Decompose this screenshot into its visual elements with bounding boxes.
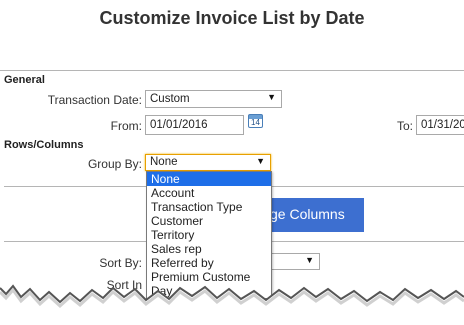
torn-edge-decoration bbox=[0, 284, 464, 325]
